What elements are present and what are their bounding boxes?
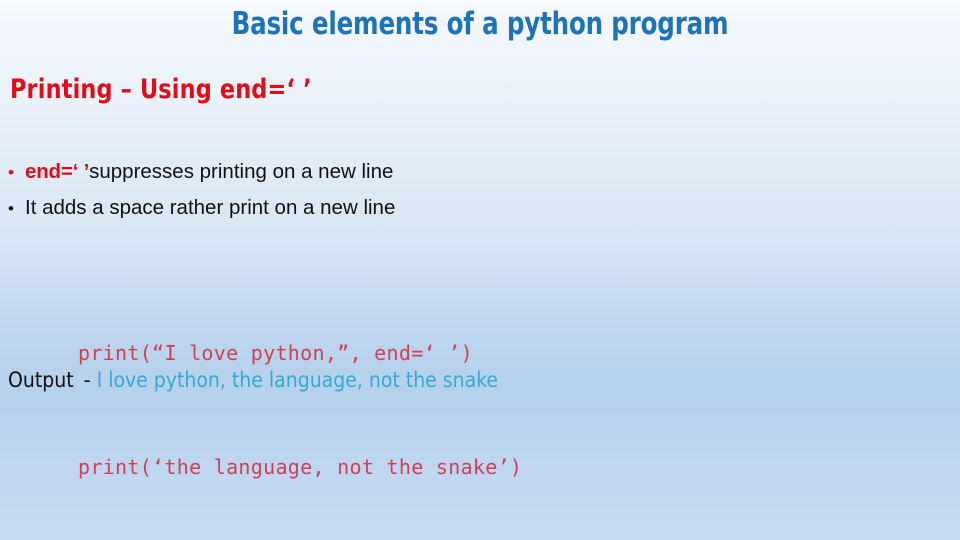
code-line: print(“I love python,”, end=‘ ’) [78,341,473,365]
output-value: I love python, the language, not the sna… [96,368,499,392]
list-item: • It adds a space rather print on a new … [8,190,908,226]
section-heading: Printing – Using end=‘ ’ [10,74,312,105]
list-item: • end=‘ ’ suppresses printing on a new l… [8,154,908,190]
bullet-inline-code: end=‘ ’ [25,160,90,183]
code-line: print(‘the language, not the snake’) [78,455,523,479]
output-label: Output [8,368,74,392]
slide-canvas: Basic elements of a python program Print… [0,0,960,540]
bullet-list: • end=‘ ’ suppresses printing on a new l… [8,154,908,226]
bullet-marker-icon: • [8,199,14,218]
page-title: Basic elements of a python program [231,6,729,42]
bullet-text: It adds a space rather print on a new li… [25,196,396,219]
output-separator: - [83,369,91,392]
output-row: Output - I love python, the language, no… [8,368,498,393]
bullet-text: suppresses printing on a new line [89,160,394,183]
code-block: print(“I love python,”, end=‘ ’) print(‘… [78,258,522,540]
bullet-marker-icon: • [8,163,14,182]
